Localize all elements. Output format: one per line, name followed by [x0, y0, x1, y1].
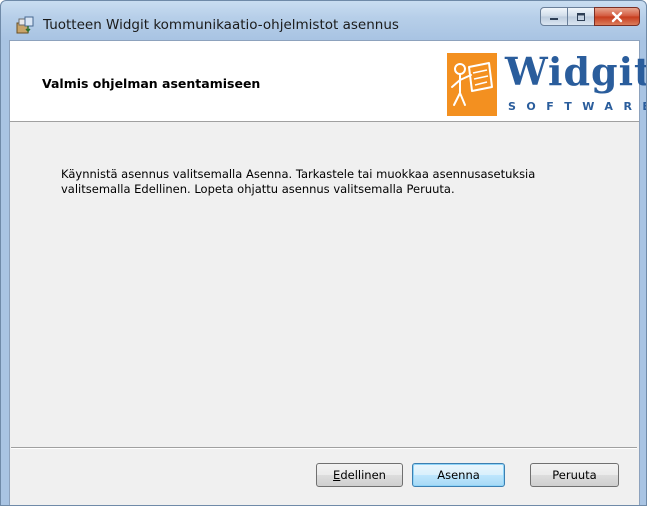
maximize-icon — [577, 12, 585, 21]
logo-subtitle: SOFTWARE — [508, 100, 647, 113]
instructions-line-1: Käynnistä asennus valitsemalla Asenna. T… — [61, 167, 536, 181]
install-button-label: Asenna — [437, 468, 480, 482]
widgit-logo-mark — [447, 53, 497, 116]
footer-separator — [11, 447, 637, 449]
cancel-button[interactable]: Peruuta — [530, 463, 619, 487]
minimize-button[interactable] — [540, 7, 568, 26]
back-button-label: dellinen — [340, 468, 386, 482]
window-title: Tuotteen Widgit kommunikaatio-ohjelmisto… — [43, 17, 399, 33]
logo-wordmark: Widgit — [505, 49, 647, 94]
minimize-icon — [550, 17, 558, 20]
widgit-logo: Widgit SOFTWARE — [447, 49, 646, 116]
dialog-client-area: Valmis ohjelman asentamiseen Widgit SOFT… — [9, 40, 646, 505]
caption-buttons — [540, 7, 640, 26]
close-icon — [611, 11, 623, 22]
maximize-button[interactable] — [567, 7, 595, 26]
widgit-figure-icon — [451, 62, 493, 106]
installer-app-icon — [16, 16, 34, 34]
installer-window: Tuotteen Widgit kommunikaatio-ohjelmisto… — [0, 0, 647, 506]
instructions-text: Käynnistä asennus valitsemalla Asenna. T… — [61, 167, 581, 197]
page-title: Valmis ohjelman asentamiseen — [42, 76, 261, 91]
back-button[interactable]: Edellinen — [316, 463, 403, 487]
cancel-button-label: Peruuta — [552, 468, 597, 482]
title-bar[interactable]: Tuotteen Widgit kommunikaatio-ohjelmisto… — [1, 1, 646, 41]
back-button-mnemonic: E — [333, 468, 341, 482]
close-button[interactable] — [594, 7, 640, 26]
instructions-line-2: valitsemalla Edellinen. Lopeta ohjattu a… — [61, 182, 455, 196]
header-banner: Valmis ohjelman asentamiseen Widgit SOFT… — [10, 41, 646, 122]
install-button[interactable]: Asenna — [412, 463, 505, 487]
